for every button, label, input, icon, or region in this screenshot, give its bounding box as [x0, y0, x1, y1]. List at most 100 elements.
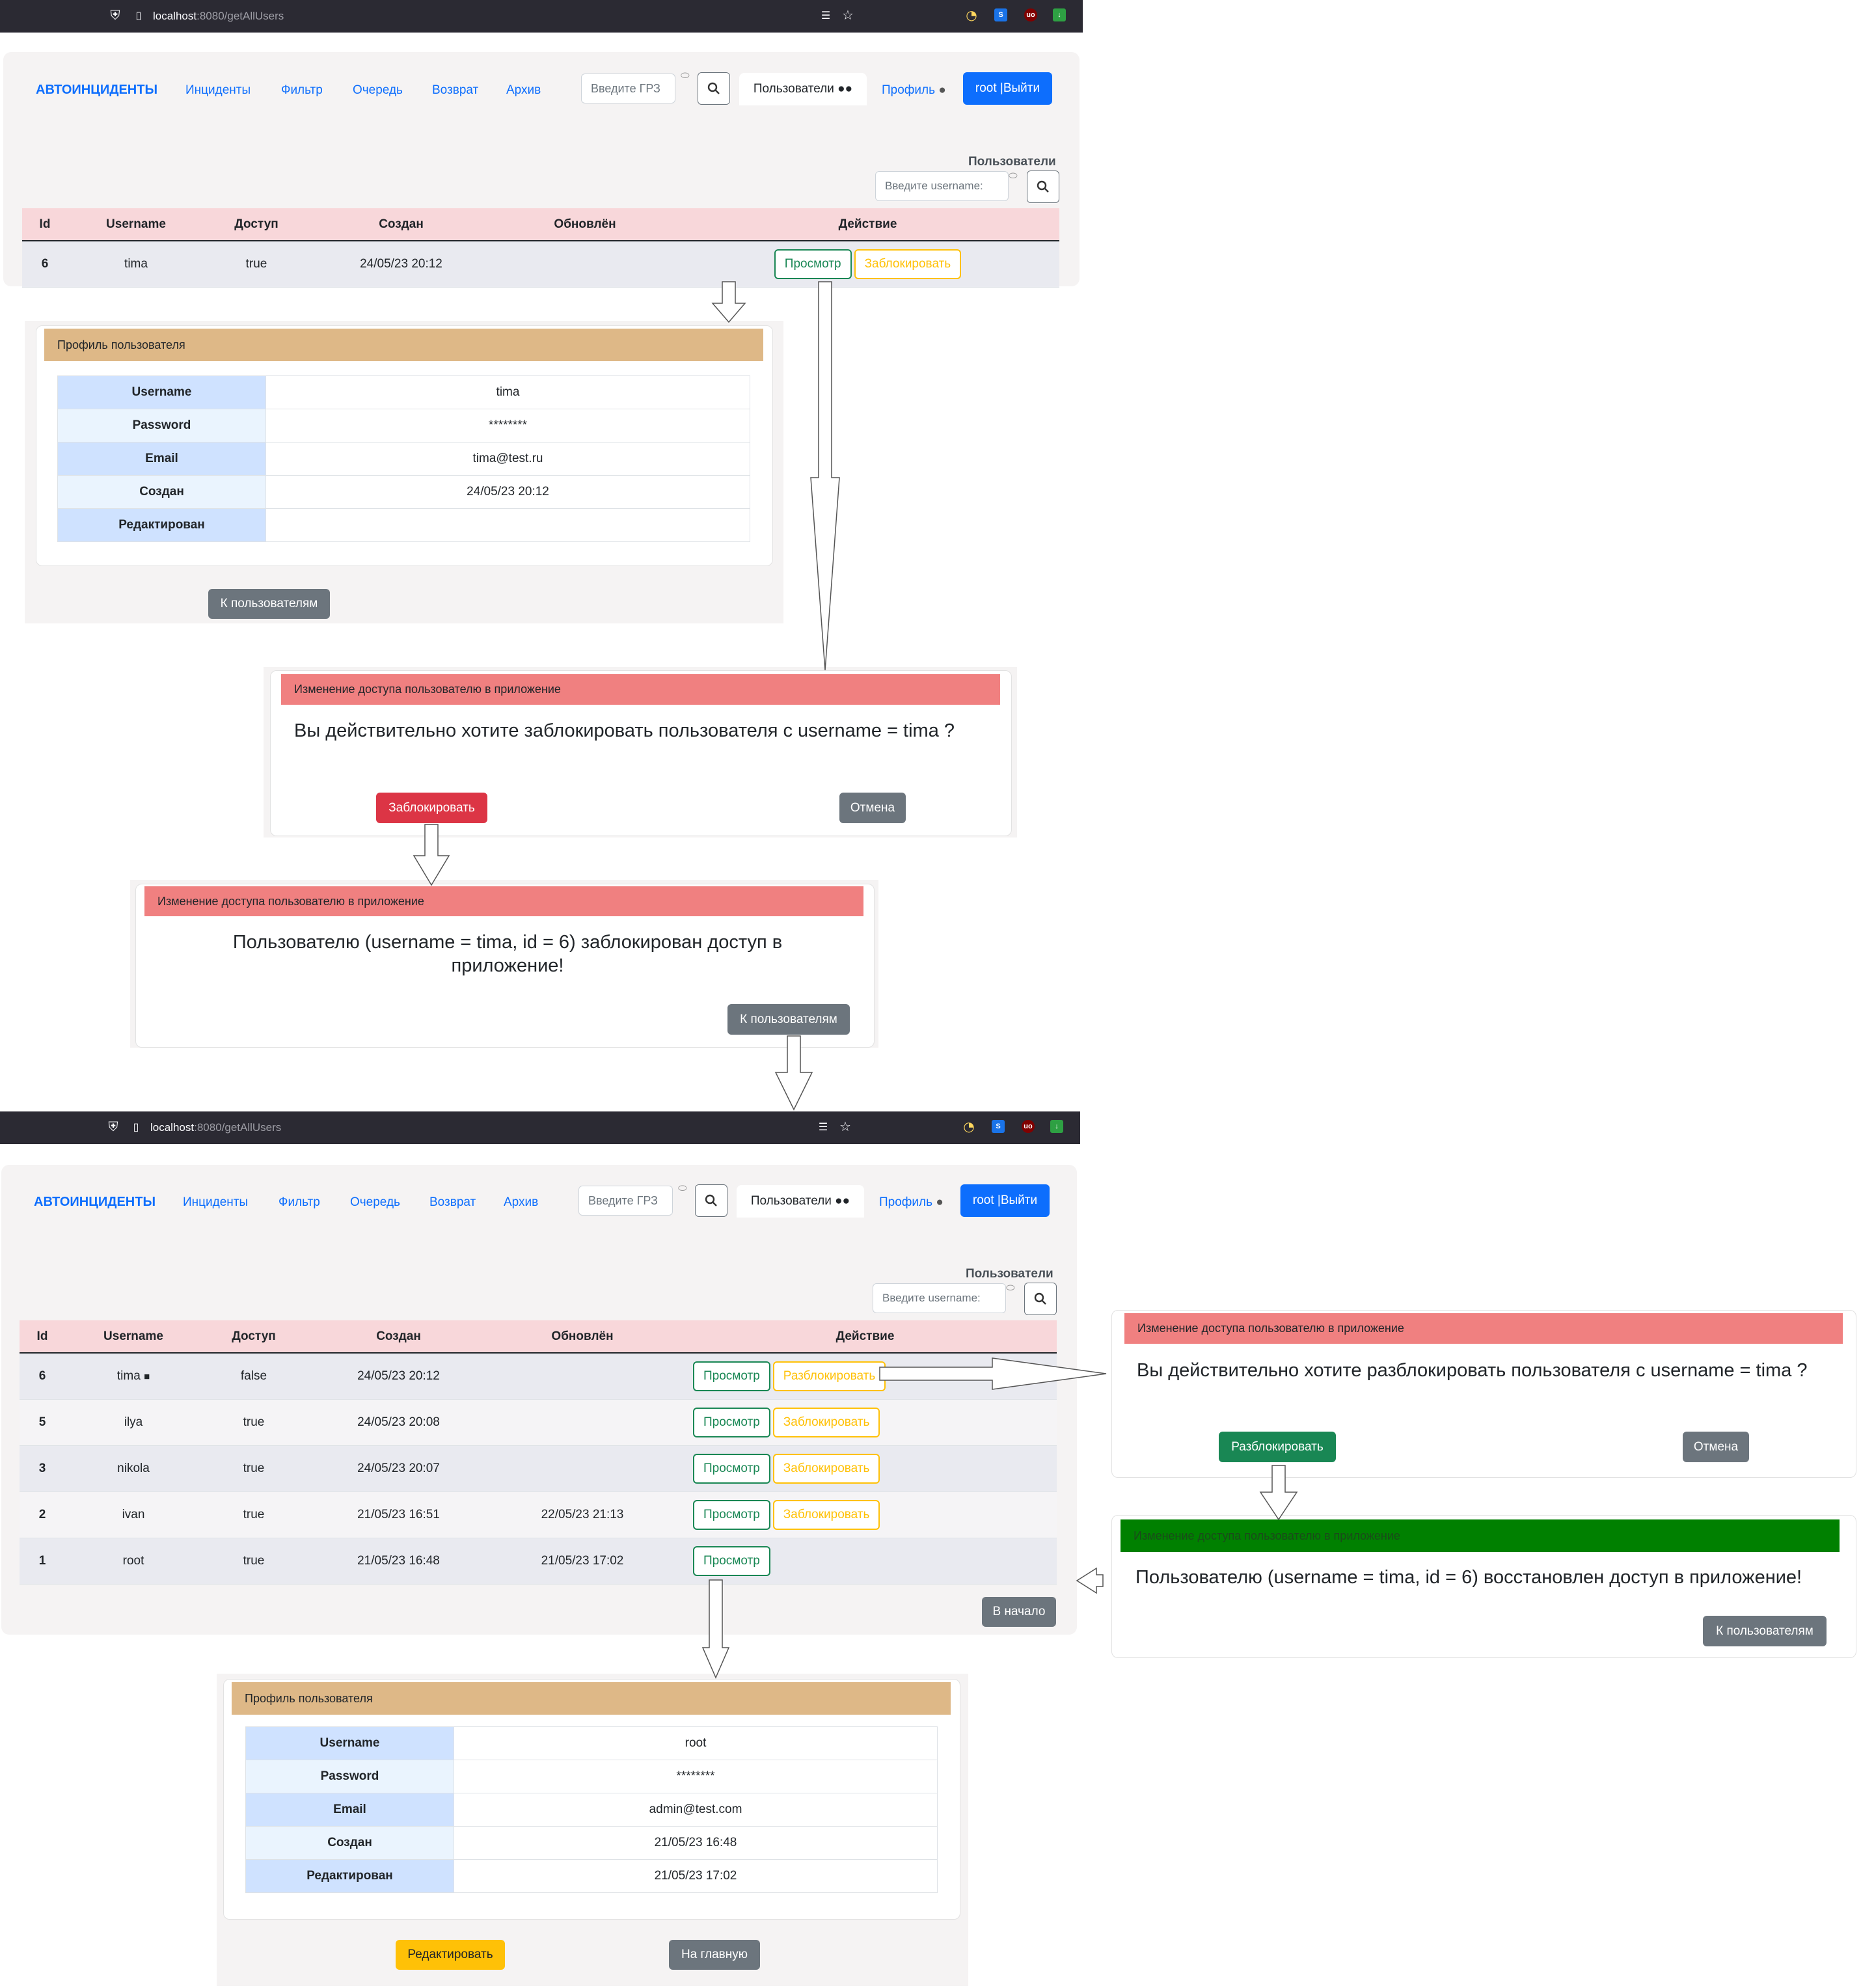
nav-link-queue[interactable]: Очередь: [350, 1195, 400, 1210]
block-button[interactable]: Заблокировать: [854, 249, 962, 279]
grz-search-input[interactable]: Введите ГРЗ: [581, 74, 675, 103]
profile-row: Password ********: [245, 1760, 938, 1793]
nav-link-incidents[interactable]: Инциденты: [183, 1195, 248, 1210]
profile-row: Email admin@test.com: [245, 1793, 938, 1827]
nav-link-filter[interactable]: Фильтр: [281, 83, 323, 98]
reader-icon[interactable]: ☰: [819, 8, 833, 22]
lock-icon: ■: [144, 1370, 150, 1382]
edit-button[interactable]: Редактировать: [396, 1940, 505, 1970]
back-to-users-button[interactable]: К пользователям: [727, 1004, 850, 1035]
s-extension-icon[interactable]: S: [994, 8, 1007, 21]
search-icon: [705, 1194, 717, 1206]
search-icon: [1037, 180, 1049, 193]
timer-extension-icon[interactable]: ◔: [962, 1119, 976, 1134]
url-bar[interactable]: localhost:8080/getAllUsers: [153, 10, 284, 23]
nav-link-filter[interactable]: Фильтр: [278, 1195, 320, 1210]
nav-link-return[interactable]: Возврат: [432, 83, 478, 98]
unblock-button[interactable]: Разблокировать: [772, 1361, 886, 1391]
back-to-users-button[interactable]: К пользователям: [208, 589, 330, 619]
nav-link-profile[interactable]: Профиль ●: [882, 83, 946, 98]
cell-id: 6: [22, 241, 68, 288]
view-button[interactable]: Просмотр: [693, 1453, 770, 1484]
block-button[interactable]: Заблокировать: [772, 1407, 880, 1437]
view-button[interactable]: Просмотр: [693, 1407, 770, 1437]
chat-icon: ⬭: [681, 70, 690, 81]
search-icon: [707, 82, 720, 94]
search-icon: [1034, 1292, 1046, 1305]
user-icon: ●: [936, 1195, 944, 1209]
col-id: Id: [20, 1320, 65, 1354]
block-button[interactable]: Заблокировать: [772, 1499, 880, 1530]
arrow-block-to-confirm: [810, 281, 840, 671]
nav-link-archive[interactable]: Архив: [504, 1195, 538, 1210]
view-button[interactable]: Просмотр: [693, 1499, 770, 1530]
ublock-extension-icon[interactable]: uo: [1022, 1120, 1035, 1133]
grz-search-input[interactable]: Введите ГРЗ: [578, 1186, 673, 1216]
star-icon[interactable]: ☆: [838, 1119, 852, 1134]
reader-icon[interactable]: ☰: [816, 1119, 830, 1134]
view-button[interactable]: Просмотр: [693, 1361, 770, 1391]
cancel-button[interactable]: Отмена: [1683, 1432, 1749, 1462]
logout-button[interactable]: root |Выйти: [963, 72, 1052, 105]
tab-users[interactable]: Пользователи ●●: [739, 73, 867, 105]
col-updated: Обновлён: [494, 208, 676, 241]
username-search-input[interactable]: Введите username:: [873, 1283, 1006, 1313]
chat-icon: ⬭: [1009, 170, 1018, 182]
username-search-button[interactable]: [1024, 1283, 1057, 1315]
nav-brand[interactable]: АВТОИНЦИДЕНТЫ: [34, 1195, 156, 1210]
restored-message: Пользователю (username = tima, id = 6) в…: [1135, 1567, 1802, 1588]
confirm-block-button[interactable]: Заблокировать: [376, 793, 487, 823]
cell-username: tima: [68, 241, 204, 288]
nav-link-queue[interactable]: Очередь: [353, 83, 403, 98]
ublock-extension-icon[interactable]: uo: [1024, 8, 1037, 21]
s-extension-icon[interactable]: S: [992, 1120, 1005, 1133]
cell-updated: [494, 241, 676, 288]
nav-link-profile[interactable]: Профиль ●: [879, 1195, 944, 1210]
page-icon: ▯: [133, 1120, 139, 1133]
url-bar[interactable]: localhost:8080/getAllUsers: [150, 1121, 281, 1134]
profile-row: Редактирован 21/05/23 17:02: [245, 1859, 938, 1893]
users-table-after: Id Username Доступ Создан Обновлён Дейст…: [20, 1320, 1057, 1585]
col-id: Id: [22, 208, 68, 241]
view-button[interactable]: Просмотр: [774, 249, 852, 279]
green-extension-icon[interactable]: ↓: [1053, 8, 1066, 21]
profile-row: Создан 21/05/23 16:48: [245, 1826, 938, 1860]
table-header-row: Id Username Доступ Создан Обновлён Дейст…: [22, 208, 1059, 241]
green-extension-icon[interactable]: ↓: [1050, 1120, 1063, 1133]
table-row: 2 ivan true 21/05/23 16:51 22/05/23 21:1…: [20, 1491, 1057, 1538]
nav-link-incidents[interactable]: Инциденты: [185, 83, 251, 98]
chat-icon: ⬭: [678, 1183, 687, 1194]
home-button[interactable]: В начало: [982, 1597, 1056, 1627]
tab-users[interactable]: Пользователи ●●: [737, 1185, 864, 1218]
nav-brand[interactable]: АВТОИНЦИДЕНТЫ: [36, 83, 157, 98]
cell-created: 24/05/23 20:12: [308, 241, 494, 288]
dialog-header: Изменение доступа пользователю в приложе…: [1124, 1313, 1843, 1344]
block-confirm-message: Вы действительно хотите заблокировать по…: [294, 720, 955, 741]
shield-icon[interactable]: ⛨: [106, 1119, 120, 1134]
grz-search-button[interactable]: [695, 1184, 727, 1217]
grz-search-button[interactable]: [698, 72, 730, 105]
page-icon: ▯: [135, 8, 142, 21]
username-search-input[interactable]: Введите username:: [875, 171, 1009, 201]
cancel-button[interactable]: Отмена: [839, 793, 906, 823]
star-icon[interactable]: ☆: [841, 7, 855, 23]
chat-icon: ⬭: [1006, 1283, 1015, 1294]
block-button[interactable]: Заблокировать: [772, 1453, 880, 1484]
profile-row: Создан 24/05/23 20:12: [57, 475, 750, 509]
profile-row: Email tima@test.ru: [57, 442, 750, 476]
nav-link-archive[interactable]: Архив: [506, 83, 541, 98]
main-page-button[interactable]: На главную: [669, 1940, 760, 1970]
unblock-confirm-message: Вы действительно хотите разблокировать п…: [1137, 1360, 1808, 1381]
cell-access: true: [204, 241, 308, 288]
nav-link-return[interactable]: Возврат: [429, 1195, 476, 1210]
username-search-button[interactable]: [1027, 170, 1059, 203]
back-to-users-button[interactable]: К пользователям: [1703, 1616, 1827, 1646]
confirm-unblock-button[interactable]: Разблокировать: [1219, 1432, 1336, 1462]
timer-extension-icon[interactable]: ◔: [964, 7, 979, 23]
logout-button[interactable]: root |Выйти: [960, 1184, 1050, 1217]
view-button[interactable]: Просмотр: [693, 1545, 770, 1576]
shield-icon[interactable]: ⛨: [108, 7, 122, 23]
profile-row: Редактирован: [57, 508, 750, 542]
users-icon: ●●: [835, 1194, 850, 1208]
profile-header: Профиль пользователя: [44, 329, 763, 361]
